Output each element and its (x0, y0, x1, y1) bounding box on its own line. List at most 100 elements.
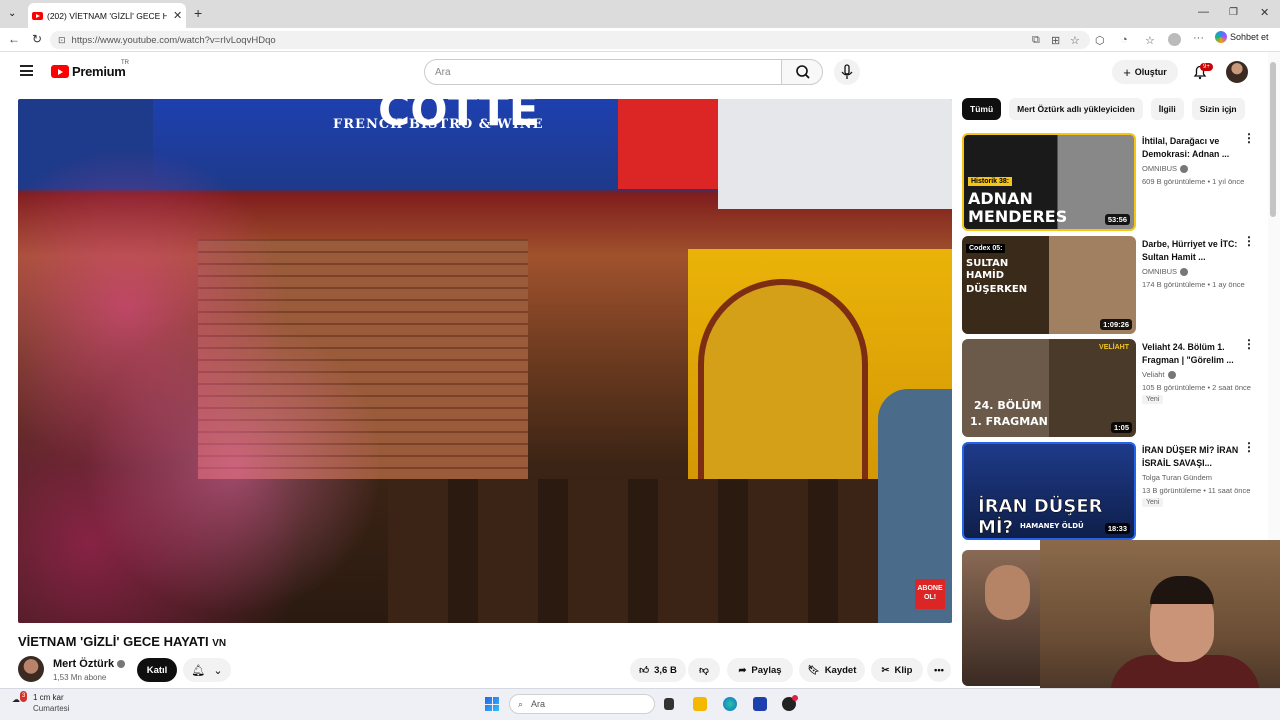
favorites-icon[interactable]: ☆ (1145, 34, 1155, 47)
tab-list-icon[interactable]: ⌄ (8, 8, 16, 19)
recommendation-title[interactable]: Darbe, Hürriyet ve İTC: Sultan Hamit ... (1142, 238, 1242, 264)
recommendation-title[interactable]: Veliaht 24. Bölüm 1. Fragman | "Görelim … (1142, 341, 1242, 367)
task-view-icon[interactable] (664, 698, 674, 710)
more-actions-button[interactable]: ••• (927, 658, 951, 682)
favorite-star-icon[interactable]: ☆ (1070, 34, 1080, 47)
recommendation-thumbnail[interactable]: Historik 38: ADNAN MENDERES 53:56 (962, 133, 1136, 231)
channel-name[interactable]: Mert Öztürk (53, 658, 126, 670)
new-tab-icon[interactable]: + (194, 5, 202, 21)
chip-for-you[interactable]: Sizin için (1191, 98, 1245, 120)
clip-button[interactable]: ✂ Klip (871, 658, 923, 682)
recommendation-item[interactable]: VELİAHT 24. BÖLÜM 1. FRAGMAN 1:05 Veliah… (962, 338, 1258, 437)
url-field[interactable]: ⊡ https://www.youtube.com/watch?v=rIvLoq… (50, 31, 1090, 49)
recommendation-item[interactable]: Codex 05: SULTAN HAMİD DÜŞERKEN 1:09:26 … (962, 235, 1258, 334)
refresh-icon[interactable]: ↻ (32, 32, 42, 46)
chip-all[interactable]: Tümü (962, 98, 1002, 120)
voice-search-button[interactable] (834, 59, 860, 85)
recommendation-thumbnail[interactable]: İRAN DÜŞER Mİ? HAMANEY ÖLDÜ 18:33 (962, 442, 1136, 540)
recommendation-thumbnail[interactable]: Codex 05: SULTAN HAMİD DÜŞERKEN 1:09:26 (962, 236, 1136, 334)
chip-next-chevron-icon[interactable]: › (1228, 104, 1232, 118)
more-options-icon[interactable]: ⋮ (1243, 441, 1255, 453)
recommendation-item[interactable]: Historik 38: ADNAN MENDERES 53:56 İhtila… (962, 132, 1258, 231)
copilot-button[interactable]: Sohbet et (1215, 31, 1269, 43)
like-button[interactable]: 👍︎ 3,6 B (630, 658, 686, 682)
chip-related[interactable]: İlgili (1150, 98, 1184, 120)
recommendation-item[interactable]: İRAN DÜŞER Mİ? HAMANEY ÖLDÜ 18:33 İRAN D… (962, 441, 1258, 540)
youtube-logo[interactable]: Premium TR (51, 60, 129, 79)
taskbar-search-label: Ara (531, 699, 546, 709)
recommendation-title[interactable]: İhtilal, Darağacı ve Demokrasi: Adnan ..… (1142, 135, 1242, 161)
recommendation-thumbnail[interactable]: VELİAHT 24. BÖLÜM 1. FRAGMAN 1:05 (962, 339, 1136, 437)
share-arrow-icon: ➦ (738, 664, 747, 676)
performance-icon[interactable]: ◔ (1121, 34, 1128, 46)
weather-alert-badge: 3 (20, 691, 28, 702)
extensions-icon[interactable]: ⬡ (1095, 34, 1105, 47)
recommendation-channel[interactable]: OMNIBUS (1142, 164, 1189, 173)
window-close-icon[interactable]: ✕ (1260, 6, 1269, 19)
subscription-notification-button[interactable]: 🔔︎ ⌄ (183, 658, 231, 682)
create-button[interactable]: + Oluştur (1112, 60, 1178, 84)
thumbnail-text-1: ADNAN (968, 189, 1033, 208)
more-icon[interactable]: ··· (1193, 32, 1204, 44)
video-duration: 1:09:26 (1100, 319, 1132, 330)
recommendation-meta: 105 B görüntüleme • 2 saat önce (1142, 383, 1251, 392)
tab-close-icon[interactable]: ✕ (173, 9, 182, 22)
thumbnail-text-1: SULTAN HAMİD (966, 258, 1009, 281)
thumbnail-text-2: 1. FRAGMAN (970, 415, 1048, 428)
plus-icon: + (1123, 64, 1131, 80)
edge-browser-icon[interactable] (723, 697, 737, 711)
weather-condition: 1 cm kar (33, 693, 64, 702)
chevron-down-icon: ⌄ (213, 664, 223, 677)
more-options-icon[interactable]: ⋮ (1243, 235, 1255, 247)
back-icon[interactable]: ← (8, 32, 20, 46)
share-button[interactable]: ➦ Paylaş (727, 658, 793, 682)
profile-icon[interactable] (1168, 33, 1181, 46)
search-icon (796, 65, 810, 79)
browser-tab-active[interactable]: (202) VİETNAM 'GİZLİ' GECE HAYATI ✕ (28, 3, 186, 28)
restore-icon[interactable]: ❐ (1229, 7, 1238, 18)
copilot-label: Sohbet et (1230, 32, 1269, 42)
taskbar-search[interactable]: ⌕ Ara (509, 694, 655, 714)
chip-from-uploader[interactable]: Mert Öztürk adlı yükleyiciden (1009, 98, 1143, 120)
recommendation-channel[interactable]: Veliaht (1142, 370, 1176, 379)
video-scene-red-panel (618, 99, 728, 189)
thumbnail-tag: Codex 05: (966, 244, 1006, 253)
channel-avatar[interactable] (18, 656, 44, 682)
channel-name-text: Veliaht (1142, 370, 1165, 379)
logo-text: Premium (72, 64, 126, 79)
windows-start-icon[interactable] (485, 697, 499, 711)
more-options-icon[interactable]: ⋮ (1243, 132, 1255, 144)
account-avatar[interactable] (1226, 61, 1248, 83)
youtube-play-icon (51, 65, 69, 78)
video-title-suffix: VN (212, 638, 227, 649)
join-button[interactable]: Katıl (137, 658, 177, 682)
url-text: https://www.youtube.com/watch?v=rIvLoqvH… (71, 34, 276, 46)
file-explorer-icon[interactable] (693, 697, 707, 711)
apps-icon[interactable]: ⊞ (1051, 34, 1060, 47)
search-input[interactable]: Ara (424, 59, 782, 85)
video-title: VİETNAM 'GİZLİ' GECE HAYATI VN (18, 634, 226, 649)
bookmark-icon: 🔖︎ (807, 664, 820, 676)
video-duration: 53:56 (1104, 214, 1130, 225)
translate-icon[interactable]: ⧉ (1032, 34, 1040, 47)
scrollbar-thumb[interactable] (1270, 62, 1276, 217)
more-dots-icon: ••• (934, 664, 944, 676)
recommendation-channel[interactable]: OMNIBUS (1142, 267, 1189, 276)
save-button[interactable]: 🔖︎ Kaydet (799, 658, 865, 682)
search-button[interactable] (781, 59, 823, 85)
dislike-button[interactable]: 👎︎ (688, 658, 720, 682)
store-icon[interactable] (753, 697, 767, 711)
minimize-icon[interactable]: — (1198, 6, 1209, 18)
hamburger-menu-icon[interactable] (20, 65, 33, 76)
recommendation-channel[interactable]: Tolga Turan Gündem (1142, 473, 1212, 482)
recommendation-meta: 174 B görüntüleme • 1 ay önce (1142, 280, 1245, 289)
more-options-icon[interactable]: ⋮ (1243, 338, 1255, 350)
recommendation-title[interactable]: İRAN DÜŞER Mİ? İRAN İSRAİL SAVAŞI... (1142, 444, 1242, 470)
subscribe-overlay-badge: ABONE OL! (915, 579, 945, 609)
like-count: 3,6 B (654, 664, 677, 676)
site-info-icon[interactable]: ⊡ (58, 35, 66, 46)
channel-name-text: Mert Öztürk (53, 658, 115, 670)
verified-check-icon (1180, 164, 1189, 173)
video-player[interactable]: COTTE FRENCH BISTRO & WINE ABONE OL! (18, 99, 952, 623)
verified-check-icon (1167, 370, 1176, 379)
